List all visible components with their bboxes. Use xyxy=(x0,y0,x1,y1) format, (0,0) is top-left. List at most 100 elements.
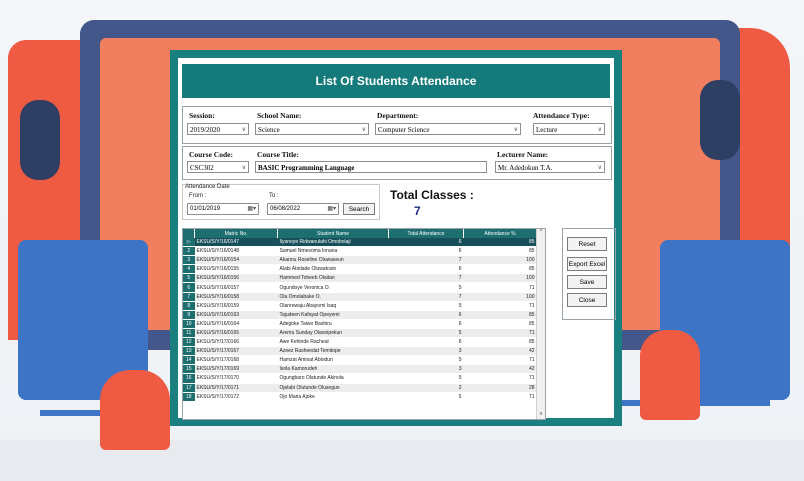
column-header-matric[interactable]: Matric No. xyxy=(194,229,278,238)
export-excel-button[interactable]: Export Excel xyxy=(567,257,607,271)
cell-matric-no[interactable]: EKSU/S/Y/16/0148 xyxy=(194,246,278,257)
attendance-type-select[interactable]: Lecture ∨ xyxy=(533,123,605,135)
table-row[interactable]: 2 EKSU/S/Y/16/0148 Samuel Nmesoma Innana 6 8… xyxy=(183,246,537,257)
table-row[interactable]: 16 EKSU/S/Y/17/0170 Ogungbaro Olatunde Aki… xyxy=(183,373,537,384)
table-row[interactable]: 5 EKSU/S/Y/16/0156 Hammed Toheeb Olaitan 7 1… xyxy=(183,273,537,284)
cell-student-name[interactable]: Hammed Toheeb Olaitan xyxy=(277,273,389,284)
cell-matric-no[interactable]: EKSU/S/Y/16/0155 xyxy=(194,264,278,275)
cell-student-name[interactable]: Akannu Roseline Oluwaseun xyxy=(277,255,389,266)
cell-matric-no[interactable]: EKSU/S/Y/17/0168 xyxy=(194,355,278,366)
row-header[interactable]: 15 xyxy=(183,364,195,375)
cell-attendance-percent[interactable]: 71 xyxy=(463,355,537,366)
cell-total-attendance[interactable]: 6 xyxy=(388,319,464,329)
cell-student-name[interactable]: Ojo Maria Ajoke xyxy=(277,392,389,402)
cell-student-name[interactable]: Azeez Rasheedat Temitope xyxy=(277,346,389,357)
table-row[interactable]: 15 EKSU/S/Y/17/0169 Isola Kamorudeh 3 42 xyxy=(183,364,537,375)
cell-total-attendance[interactable]: 2 xyxy=(388,383,464,393)
row-header[interactable]: 17 xyxy=(183,383,195,393)
table-row[interactable]: ▷ EKSU/S/Y/16/0147 Ilyanoye Ridwanulahi Om… xyxy=(183,238,537,248)
cell-attendance-percent[interactable]: 100 xyxy=(463,273,537,284)
row-header[interactable]: 6 xyxy=(183,282,195,293)
cell-attendance-percent[interactable]: 85 xyxy=(463,264,537,275)
cell-attendance-percent[interactable]: 42 xyxy=(463,364,537,375)
row-header[interactable]: 14 xyxy=(183,355,195,366)
cell-total-attendance[interactable]: 7 xyxy=(388,273,464,284)
cell-matric-no[interactable]: EKSU/S/Y/16/0164 xyxy=(194,319,278,329)
row-header[interactable]: 4 xyxy=(183,264,195,275)
cell-total-attendance[interactable]: 3 xyxy=(388,364,464,375)
cell-total-attendance[interactable]: 5 xyxy=(388,355,464,366)
save-button[interactable]: Save xyxy=(567,275,607,289)
cell-student-name[interactable]: Aremu Sunday Olaonipekun xyxy=(277,328,389,339)
table-row[interactable]: 3 EKSU/S/Y/16/0154 Akannu Roseline Oluwase… xyxy=(183,255,537,266)
cell-matric-no[interactable]: EKSU/S/Y/16/0165 xyxy=(194,328,278,339)
cell-total-attendance[interactable]: 7 xyxy=(388,292,464,302)
table-row[interactable]: 10 EKSU/S/Y/16/0164 Adegoke Taiwo Bashiru 6… xyxy=(183,319,537,329)
cell-matric-no[interactable]: EKSU/S/Y/17/0169 xyxy=(194,364,278,375)
school-select[interactable]: Science ∨ xyxy=(255,123,369,135)
attendance-grid[interactable]: Matric No. Student Name Total Attendance… xyxy=(182,228,546,420)
cell-student-name[interactable]: Tajudeen Kafayat Opeyemi xyxy=(277,310,389,320)
cell-attendance-percent[interactable]: 71 xyxy=(463,328,537,339)
close-button[interactable]: Close xyxy=(567,293,607,307)
cell-attendance-percent[interactable]: 85 xyxy=(463,337,537,348)
row-pointer-icon[interactable]: ▷ xyxy=(183,238,195,248)
cell-total-attendance[interactable]: 6 xyxy=(388,264,464,275)
cell-total-attendance[interactable]: 6 xyxy=(388,310,464,320)
cell-total-attendance[interactable]: 5 xyxy=(388,301,464,311)
cell-total-attendance[interactable]: 5 xyxy=(388,373,464,384)
row-header[interactable]: 2 xyxy=(183,246,195,257)
to-date-picker[interactable]: 06/08/2022 ▦▾ xyxy=(267,203,339,215)
cell-attendance-percent[interactable]: 71 xyxy=(463,373,537,384)
cell-total-attendance[interactable]: 3 xyxy=(388,346,464,357)
column-header-total[interactable]: Total Attendance xyxy=(388,229,464,238)
cell-attendance-percent[interactable]: 100 xyxy=(463,292,537,302)
cell-total-attendance[interactable]: 6 xyxy=(388,246,464,257)
cell-matric-no[interactable]: EKSU/S/Y/16/0156 xyxy=(194,273,278,284)
table-row[interactable]: 4 EKSU/S/Y/16/0155 Alabi Abidade Oluwatosi… xyxy=(183,264,537,275)
row-header[interactable]: 11 xyxy=(183,328,195,339)
cell-student-name[interactable]: Ola Omolabake O. xyxy=(277,292,389,302)
cell-matric-no[interactable]: EKSU/S/Y/16/0163 xyxy=(194,310,278,320)
row-header[interactable]: 10 xyxy=(183,319,195,329)
department-select[interactable]: Computer Science ∨ xyxy=(375,123,521,135)
cell-matric-no[interactable]: EKSU/S/Y/17/0171 xyxy=(194,383,278,393)
cell-matric-no[interactable]: EKSU/S/Y/16/0147 xyxy=(194,238,278,248)
row-header[interactable]: 5 xyxy=(183,273,195,284)
cell-student-name[interactable]: Olanrewaju Abayomi Isaq xyxy=(277,301,389,311)
grid-scrollbar[interactable]: ^ v xyxy=(536,229,545,419)
column-header-name[interactable]: Student Name xyxy=(277,229,389,238)
chevron-down-icon[interactable]: v xyxy=(537,411,545,419)
cell-attendance-percent[interactable]: 85 xyxy=(463,310,537,320)
cell-attendance-percent[interactable]: 85 xyxy=(463,238,537,248)
reset-button[interactable]: Reset xyxy=(567,237,607,251)
row-header[interactable]: 3 xyxy=(183,255,195,266)
cell-total-attendance[interactable]: 5 xyxy=(388,328,464,339)
cell-attendance-percent[interactable]: 71 xyxy=(463,392,537,402)
cell-attendance-percent[interactable]: 42 xyxy=(463,346,537,357)
cell-student-name[interactable]: Samuel Nmesoma Innana xyxy=(277,246,389,257)
table-row[interactable]: 18 EKSU/S/Y/17/0172 Ojo Maria Ajoke 5 71 xyxy=(183,392,537,402)
cell-total-attendance[interactable]: 5 xyxy=(388,392,464,402)
table-row[interactable]: 17 EKSU/S/Y/17/0171 Ojelabi Olutunde Oluse… xyxy=(183,383,537,393)
cell-student-name[interactable]: Hamzat Aminat Abiodun xyxy=(277,355,389,366)
cell-matric-no[interactable]: EKSU/S/Y/17/0167 xyxy=(194,346,278,357)
row-header[interactable]: 16 xyxy=(183,373,195,384)
cell-matric-no[interactable]: EKSU/S/Y/17/0172 xyxy=(194,392,278,402)
cell-student-name[interactable]: Awe Kehinde Racheal xyxy=(277,337,389,348)
cell-student-name[interactable]: Ogundoye Veronica O. xyxy=(277,282,389,293)
row-header[interactable]: 7 xyxy=(183,292,195,302)
row-header[interactable]: 12 xyxy=(183,337,195,348)
cell-student-name[interactable]: Ojelabi Olutunde Olusegun xyxy=(277,383,389,393)
table-row[interactable]: 9 EKSU/S/Y/16/0163 Tajudeen Kafayat Opeyem… xyxy=(183,310,537,320)
from-date-picker[interactable]: 01/01/2019 ▦▾ xyxy=(187,203,259,215)
cell-attendance-percent[interactable]: 85 xyxy=(463,319,537,329)
course-code-select[interactable]: CSC302 ∨ xyxy=(187,161,249,173)
cell-attendance-percent[interactable]: 100 xyxy=(463,255,537,266)
row-header[interactable]: 13 xyxy=(183,346,195,357)
cell-matric-no[interactable]: EKSU/S/Y/16/0154 xyxy=(194,255,278,266)
cell-matric-no[interactable]: EKSU/S/Y/17/0166 xyxy=(194,337,278,348)
table-row[interactable]: 8 EKSU/S/Y/16/0159 Olanrewaju Abayomi Isaq… xyxy=(183,301,537,311)
cell-total-attendance[interactable]: 6 xyxy=(388,337,464,348)
cell-student-name[interactable]: Isola Kamorudeh xyxy=(277,364,389,375)
